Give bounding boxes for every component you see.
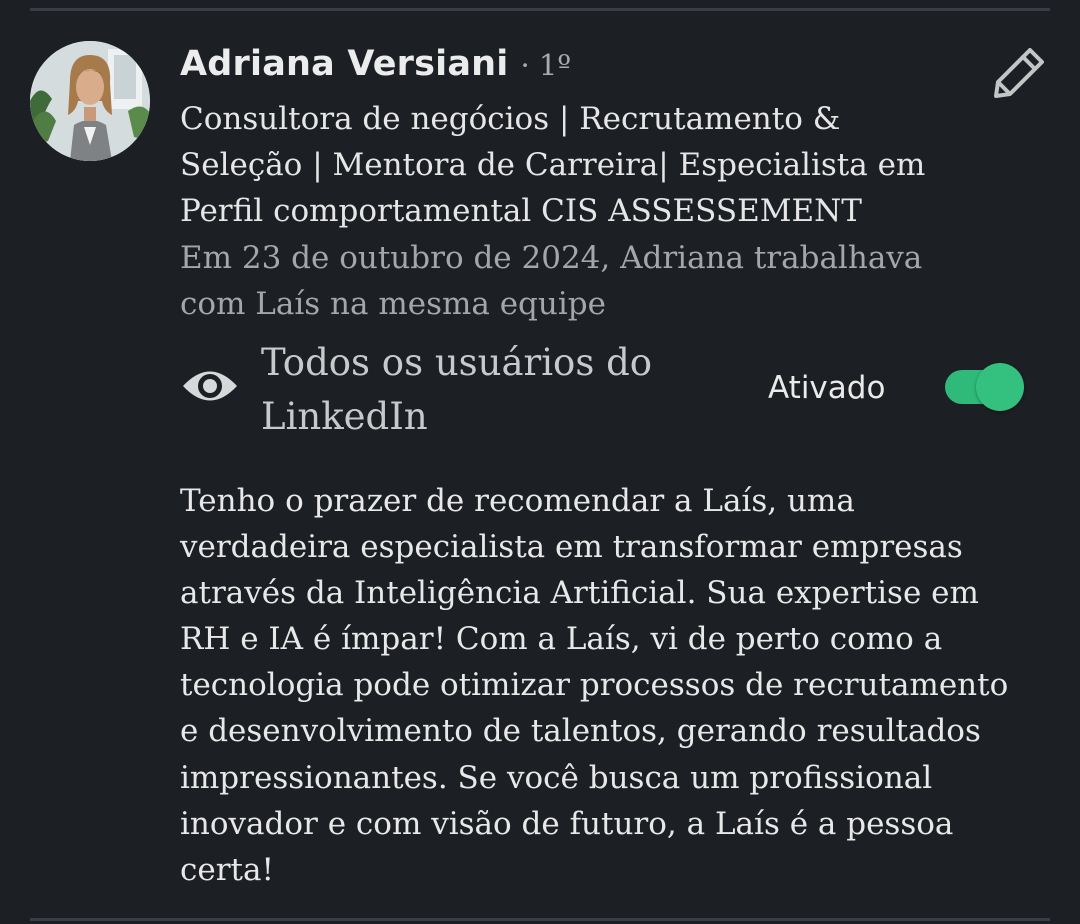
relation-line: Em 23 de outubro de 2024, Adriana trabal… xyxy=(180,240,923,276)
headline-line: Perfil comportamental CIS ASSESSEMENT xyxy=(180,193,862,229)
pencil-icon xyxy=(994,48,1044,98)
eye-icon xyxy=(180,363,240,409)
recommendation-line: Tenho o prazer de recomendar a Laís, uma xyxy=(180,483,855,519)
recommendation-line: através da Inteligência Artificial. Sua … xyxy=(180,575,979,612)
recommendation-line: inovador e com visão de futuro, a Laís é… xyxy=(180,805,954,842)
recommendation-line: impressionantes. Se você busca um profis… xyxy=(180,759,933,796)
headline-line: Consultora de negócios | Recrutamento & xyxy=(180,101,841,137)
top-divider xyxy=(30,8,1050,11)
author-name-row: Adriana Versiani · 1º xyxy=(180,44,571,94)
avatar[interactable] xyxy=(30,41,150,161)
relationship-description: Em 23 de outubro de 2024, Adriana trabal… xyxy=(180,235,1040,327)
visibility-status: Ativado xyxy=(768,370,886,406)
visibility-toggle[interactable] xyxy=(944,363,1026,411)
author-headline: Consultora de negócios | Recrutamento & … xyxy=(180,96,1040,234)
relation-line: com Laís na mesma equipe xyxy=(180,286,606,322)
connection-degree: · 1º xyxy=(520,48,572,82)
toggle-knob xyxy=(976,363,1024,411)
edit-button[interactable] xyxy=(990,44,1048,100)
recommendation-line: RH e IA é ímpar! Com a Laís, vi de perto… xyxy=(180,621,943,658)
visibility-line: LinkedIn xyxy=(261,395,428,438)
visibility-label: Todos os usuários do LinkedIn xyxy=(261,336,652,444)
recommendation-line: tecnologia pode otimizar processos de re… xyxy=(180,667,1009,704)
recommendation-text: Tenho o prazer de recomendar a Laís, uma… xyxy=(180,478,1060,893)
recommendation-line: verdadeira especialista em transformar e… xyxy=(180,529,963,566)
bottom-divider xyxy=(30,918,1050,921)
visibility-line: Todos os usuários do xyxy=(261,341,653,384)
recommendation-line: certa! xyxy=(180,851,274,888)
recommendation-line: e desenvolvimento de talentos, gerando r… xyxy=(180,713,981,750)
author-name[interactable]: Adriana Versiani xyxy=(180,44,508,84)
headline-line: Seleção | Mentora de Carreira| Especiali… xyxy=(180,147,926,183)
